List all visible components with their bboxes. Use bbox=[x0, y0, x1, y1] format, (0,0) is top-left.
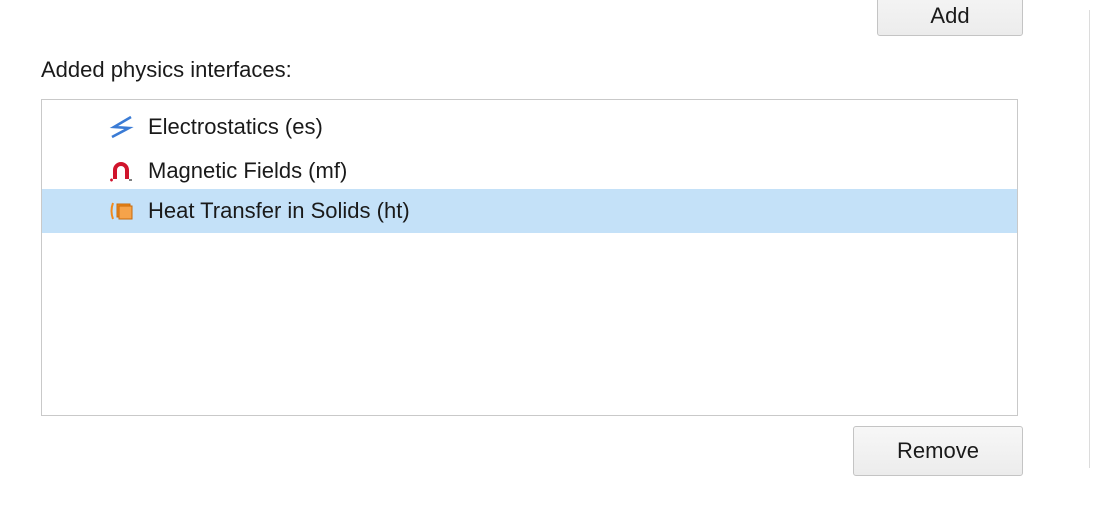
magnet-icon bbox=[108, 158, 134, 184]
list-item-label: Heat Transfer in Solids (ht) bbox=[148, 198, 410, 223]
list-item-label: Magnetic Fields (mf) bbox=[148, 158, 348, 183]
remove-button[interactable]: Remove bbox=[853, 426, 1023, 476]
physics-interfaces-panel: Add Added physics interfaces: Electrosta… bbox=[0, 0, 1102, 516]
physics-interfaces-list[interactable]: Electrostatics (es) Magnetic Fields (mf) bbox=[41, 99, 1018, 416]
add-button-label: Add bbox=[930, 3, 970, 28]
add-button[interactable]: Add bbox=[877, 0, 1023, 36]
list-item-magnetic-fields[interactable]: Magnetic Fields (mf) bbox=[42, 149, 1017, 193]
heat-transfer-icon bbox=[108, 198, 134, 224]
list-item-heat-transfer-in-solids[interactable]: Heat Transfer in Solids (ht) bbox=[42, 189, 1017, 233]
remove-button-label: Remove bbox=[897, 438, 979, 463]
electrostatics-icon bbox=[108, 114, 134, 140]
list-item-electrostatics[interactable]: Electrostatics (es) bbox=[42, 105, 1017, 149]
panel-divider bbox=[1089, 10, 1090, 468]
added-physics-interfaces-label: Added physics interfaces: bbox=[41, 57, 292, 82]
list-item-label: Electrostatics (es) bbox=[148, 114, 323, 139]
